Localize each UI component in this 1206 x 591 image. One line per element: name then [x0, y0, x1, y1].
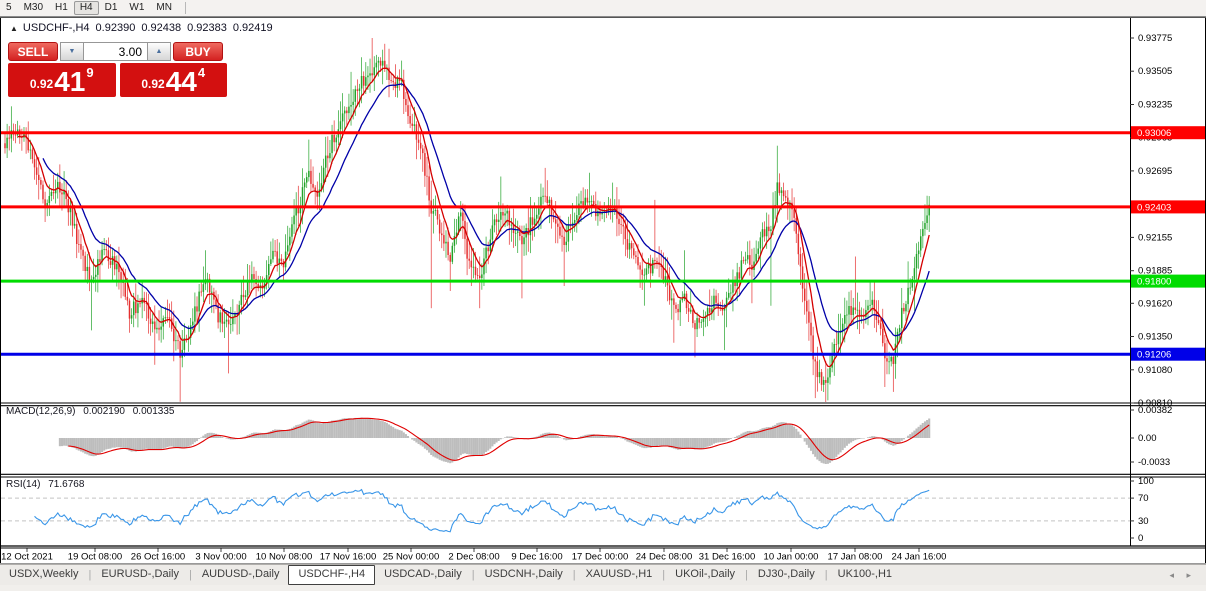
timeframe-button-M30[interactable]: M30	[18, 1, 49, 15]
ohlc-high: 0.92438	[141, 22, 181, 34]
chart-tab-uk100-h1[interactable]: UK100-,H1	[829, 566, 901, 584]
ask-price-pip: 4	[198, 65, 205, 80]
svg-text:0.91800: 0.91800	[1137, 277, 1171, 288]
svg-text:17 Jan 08:00: 17 Jan 08:00	[828, 552, 883, 563]
timeframe-button-MN[interactable]: MN	[150, 1, 178, 15]
svg-text:100: 100	[1138, 476, 1154, 487]
chart-header: ▲ USDCHF-,H4 0.92390 0.92438 0.92383 0.9…	[10, 22, 279, 34]
timeframe-button-H1[interactable]: H1	[49, 1, 74, 15]
buy-button[interactable]: BUY	[173, 42, 223, 61]
chart-tab-eurusd-daily[interactable]: EURUSD-,Daily	[92, 566, 188, 584]
symbol-label: USDCHF-,H4	[23, 22, 90, 34]
svg-text:0.93006: 0.93006	[1137, 128, 1171, 139]
ohlc-open: 0.92390	[96, 22, 136, 34]
chart-tab-usdx-weekly[interactable]: USDX,Weekly	[0, 566, 87, 584]
volume-decrease-button[interactable]: ▼	[60, 42, 84, 61]
svg-text:0.92155: 0.92155	[1138, 232, 1172, 243]
one-click-trade-panel: SELL ▼ ▲ BUY 0.92419 0.92444	[8, 42, 227, 97]
volume-input[interactable]	[84, 42, 147, 61]
rsi-value: 71.6768	[48, 479, 84, 490]
mt4-window: { "toolbar": { "timeframes": [ {"label":…	[0, 0, 1206, 591]
chart-tabbar: USDX,Weekly|EURUSD-,Daily|AUDUSD-,DailyU…	[0, 564, 1206, 585]
sell-button[interactable]: SELL	[8, 42, 58, 61]
rsi-pane-header: RSI(14) 71.6768	[6, 479, 89, 490]
timeframe-button-D1[interactable]: D1	[99, 1, 124, 15]
svg-text:0.92695: 0.92695	[1138, 166, 1172, 177]
statusbar-strip	[0, 585, 1206, 591]
chart-tab-audusd-daily[interactable]: AUDUSD-,Daily	[193, 566, 289, 584]
macd-pane-header: MACD(12,26,9) 0.002190 0.001335	[6, 406, 179, 417]
svg-text:70: 70	[1138, 493, 1149, 504]
svg-text:0.92403: 0.92403	[1137, 202, 1171, 213]
rsi-label: RSI(14)	[6, 479, 40, 490]
macd-signal-value: 0.001335	[133, 406, 175, 417]
svg-text:19 Oct 08:00: 19 Oct 08:00	[68, 552, 122, 563]
svg-text:9 Dec 16:00: 9 Dec 16:00	[511, 552, 562, 563]
svg-text:10 Nov 08:00: 10 Nov 08:00	[256, 552, 313, 563]
bid-price-pip: 9	[86, 65, 93, 80]
chart-tab-usdcnh-daily[interactable]: USDCNH-,Daily	[476, 566, 572, 584]
chart-tab-xauusd-h1[interactable]: XAUUSD-,H1	[577, 566, 662, 584]
chart-tab-dj30-daily[interactable]: DJ30-,Daily	[749, 566, 824, 584]
svg-text:0.91080: 0.91080	[1138, 365, 1172, 376]
chart-tab-usdchf-h4[interactable]: USDCHF-,H4	[288, 565, 375, 585]
svg-text:0.91350: 0.91350	[1138, 332, 1172, 343]
timeframe-button-W1[interactable]: W1	[123, 1, 150, 15]
ask-price-main: 44	[166, 69, 197, 95]
chart-tab-ukoil-daily[interactable]: UKOil-,Daily	[666, 566, 744, 584]
collapse-arrow-icon[interactable]: ▲	[10, 24, 18, 33]
ask-price-display[interactable]: 0.92444	[120, 63, 228, 97]
toolbar-separator	[185, 2, 186, 14]
svg-text:0.00: 0.00	[1138, 433, 1157, 444]
ask-price-prefix: 0.92	[141, 77, 164, 91]
macd-main-value: 0.002190	[83, 406, 125, 417]
svg-text:0.93775: 0.93775	[1138, 33, 1172, 44]
svg-text:12 Oct 2021: 12 Oct 2021	[1, 552, 53, 563]
bid-price-display[interactable]: 0.92419	[8, 63, 116, 97]
tab-scroll-arrows-icon[interactable]: ◂ ▸	[1169, 570, 1196, 581]
svg-text:24 Jan 16:00: 24 Jan 16:00	[892, 552, 947, 563]
svg-text:0: 0	[1138, 533, 1143, 544]
svg-text:0.93235: 0.93235	[1138, 100, 1172, 111]
chart-tab-usdcad-daily[interactable]: USDCAD-,Daily	[375, 566, 471, 584]
timeframe-toolbar: 5M30H1H4D1W1MN	[0, 0, 1206, 17]
svg-text:3 Nov 00:00: 3 Nov 00:00	[195, 552, 246, 563]
svg-text:10 Jan 00:00: 10 Jan 00:00	[764, 552, 819, 563]
ohlc-low: 0.92383	[187, 22, 227, 34]
svg-text:0.91620: 0.91620	[1138, 298, 1172, 309]
svg-text:0.93505: 0.93505	[1138, 66, 1172, 77]
svg-text:0.00382: 0.00382	[1138, 405, 1172, 416]
time-axis: 12 Oct 2021 19 Oct 08:00 26 Oct 16:00 3 Nov…	[1, 549, 946, 563]
svg-text:-0.0033: -0.0033	[1138, 457, 1170, 468]
svg-text:17 Dec 00:00: 17 Dec 00:00	[572, 552, 629, 563]
volume-increase-button[interactable]: ▲	[147, 42, 171, 61]
bid-price-prefix: 0.92	[30, 77, 53, 91]
bid-price-main: 41	[54, 69, 85, 95]
svg-text:17 Nov 16:00: 17 Nov 16:00	[320, 552, 377, 563]
ohlc-close: 0.92419	[233, 22, 273, 34]
svg-text:24 Dec 08:00: 24 Dec 08:00	[636, 552, 693, 563]
svg-text:25 Nov 00:00: 25 Nov 00:00	[383, 552, 440, 563]
svg-text:31 Dec 16:00: 31 Dec 16:00	[699, 552, 756, 563]
timeframe-button-H4[interactable]: H4	[74, 1, 99, 15]
macd-label: MACD(12,26,9)	[6, 406, 75, 417]
svg-text:30: 30	[1138, 516, 1149, 527]
svg-text:2 Dec 08:00: 2 Dec 08:00	[448, 552, 499, 563]
svg-text:26 Oct 16:00: 26 Oct 16:00	[131, 552, 185, 563]
svg-text:0.91206: 0.91206	[1137, 350, 1171, 361]
timeframe-button-5[interactable]: 5	[0, 1, 18, 15]
